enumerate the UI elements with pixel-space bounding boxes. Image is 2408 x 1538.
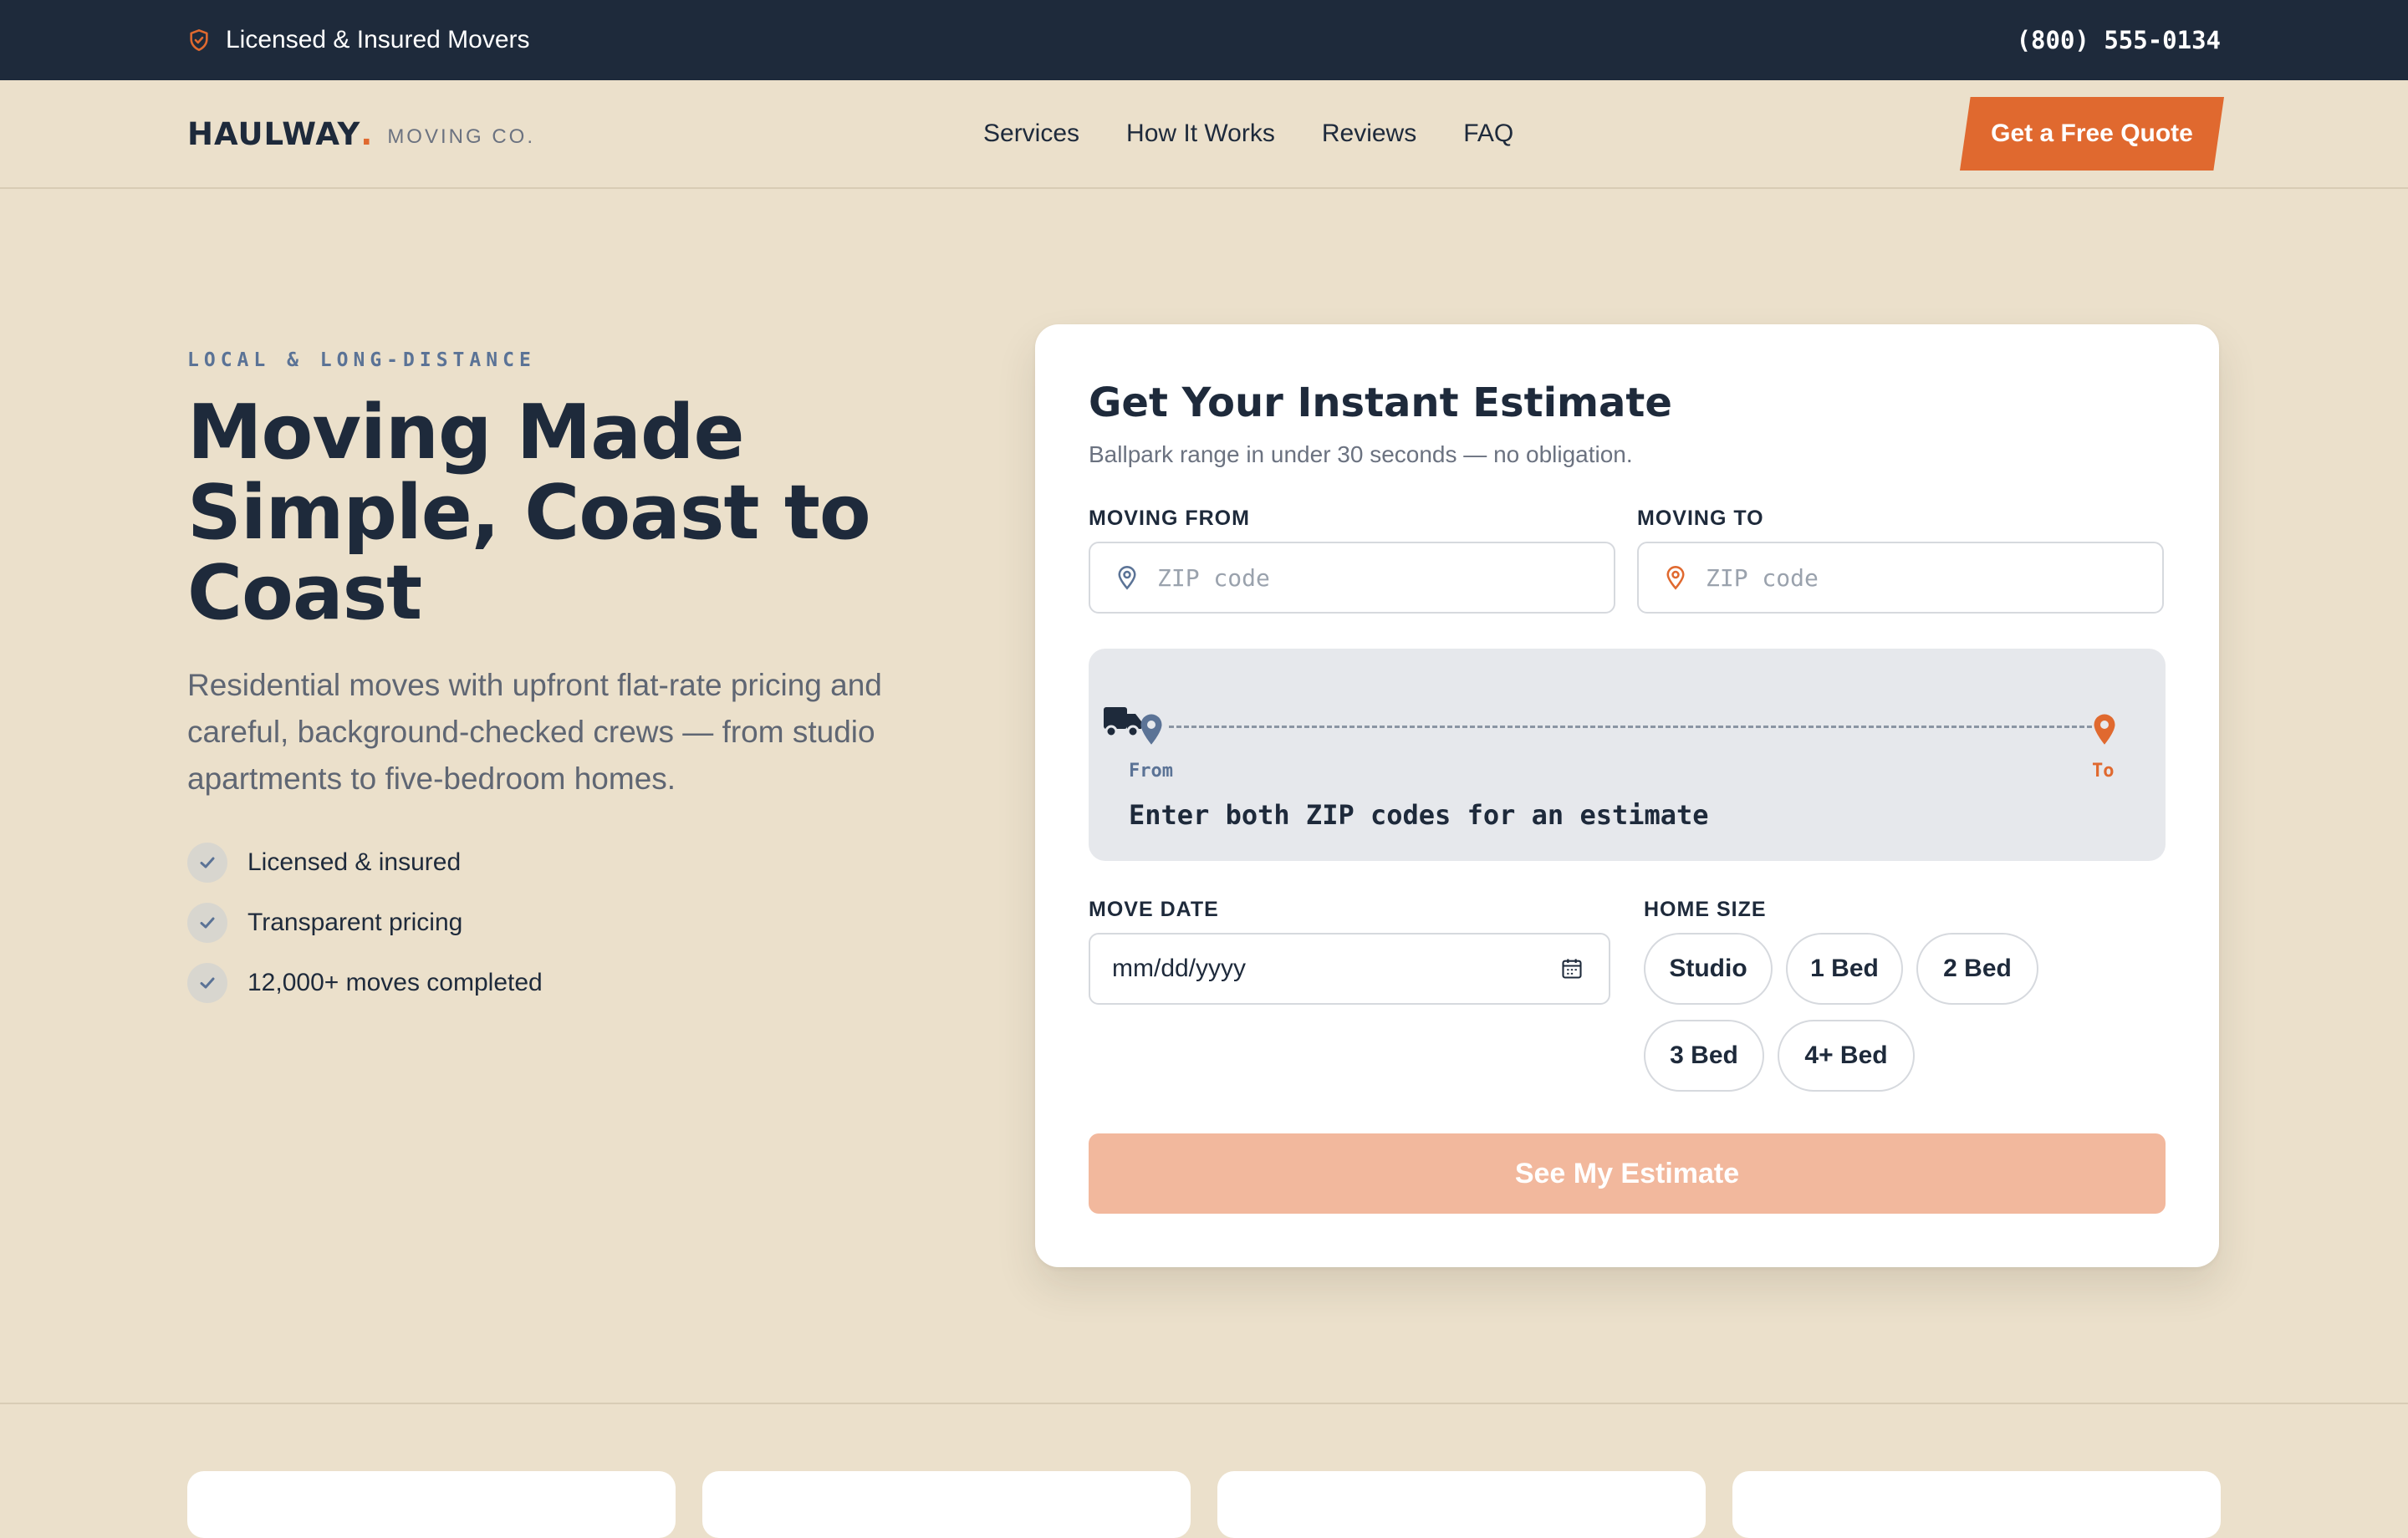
move-date-input[interactable]: mm/dd/yyyy	[1089, 933, 1610, 1005]
estimate-subtitle: Ballpark range in under 30 seconds — no …	[1089, 441, 1633, 467]
move-date-label: MOVE DATE	[1089, 898, 1219, 921]
moving-to-placeholder: ZIP code	[1706, 563, 1819, 592]
feature-card	[702, 1471, 1191, 1538]
map-pin-icon	[1118, 566, 1136, 590]
nav-how-it-works[interactable]: How It Works	[1126, 120, 1275, 148]
check-icon	[187, 963, 227, 1003]
home-size-label: HOME SIZE	[1644, 898, 1767, 921]
check-item: Transparent pricing	[187, 903, 543, 943]
moving-from-placeholder: ZIP code	[1157, 563, 1270, 592]
check-icon	[187, 843, 227, 883]
route-line	[1169, 726, 2092, 728]
route-from-label: From	[1129, 761, 1173, 782]
truck-icon	[1104, 707, 1141, 738]
feature-checklist: Licensed & insured Transparent pricing 1…	[187, 843, 543, 1023]
phone-number[interactable]: (800) 555-0134	[2017, 0, 2221, 80]
check-item: Licensed & insured	[187, 843, 543, 883]
logo-dot: .	[360, 115, 373, 152]
route-preview: From To Enter both ZIP codes for an esti…	[1089, 649, 2166, 861]
hero-eyebrow: LOCAL & LONG-DISTANCE	[187, 349, 536, 371]
moving-from-input[interactable]: ZIP code	[1089, 542, 1615, 614]
route-message: Enter both ZIP codes for an estimate	[1129, 799, 1709, 831]
main-nav: Services How It Works Reviews FAQ	[983, 80, 1513, 187]
logo-subtitle: MOVING CO.	[387, 125, 535, 148]
check-item: 12,000+ moves completed	[187, 963, 543, 1003]
shield-check-icon	[190, 29, 208, 51]
map-pin-icon	[1140, 714, 1162, 745]
route-to-label: To	[2092, 761, 2115, 782]
hero-title: Moving Made Simple, Coast to Coast	[187, 389, 871, 637]
move-date-value: mm/dd/yyyy	[1112, 955, 1247, 982]
size-option-studio[interactable]: Studio	[1644, 933, 1773, 1005]
see-estimate-button[interactable]: See My Estimate	[1089, 1133, 2166, 1214]
size-option-1-bed[interactable]: 1 Bed	[1786, 933, 1903, 1005]
licensed-text: Licensed & Insured Movers	[226, 26, 530, 53]
feature-card	[1732, 1471, 2221, 1538]
nav-services[interactable]: Services	[983, 120, 1079, 148]
hero-description: Residential moves with upfront flat-rate…	[187, 668, 882, 796]
map-pin-icon	[1666, 566, 1685, 590]
licensed-badge: Licensed & Insured Movers	[187, 0, 530, 80]
estimate-title: Get Your Instant Estimate	[1089, 379, 1672, 426]
size-option-4-plus-bed[interactable]: 4+ Bed	[1778, 1020, 1915, 1092]
nav-reviews[interactable]: Reviews	[1322, 120, 1416, 148]
check-icon	[187, 903, 227, 943]
check-label: Transparent pricing	[247, 909, 463, 936]
moving-to-input[interactable]: ZIP code	[1637, 542, 2164, 614]
estimate-card: Get Your Instant Estimate Ballpark range…	[1035, 324, 2219, 1267]
logo[interactable]: HAULWAY. MOVING CO.	[187, 80, 535, 187]
check-label: 12,000+ moves completed	[247, 969, 543, 996]
moving-to-label: MOVING TO	[1637, 507, 1764, 530]
moving-from-label: MOVING FROM	[1089, 507, 1250, 530]
size-option-2-bed[interactable]: 2 Bed	[1916, 933, 2038, 1005]
nav-faq[interactable]: FAQ	[1463, 120, 1513, 148]
logo-brand: HAULWAY	[187, 115, 361, 152]
map-pin-icon	[2094, 714, 2115, 745]
check-label: Licensed & insured	[247, 848, 462, 876]
feature-card	[1217, 1471, 1706, 1538]
size-option-3-bed[interactable]: 3 Bed	[1644, 1020, 1764, 1092]
top-bar: Licensed & Insured Movers (800) 555-0134	[0, 0, 2408, 80]
free-quote-button[interactable]: Get a Free Quote	[1960, 97, 2224, 171]
feature-card	[187, 1471, 676, 1538]
section-divider	[0, 1403, 2408, 1404]
calendar-icon[interactable]	[1560, 957, 1584, 980]
